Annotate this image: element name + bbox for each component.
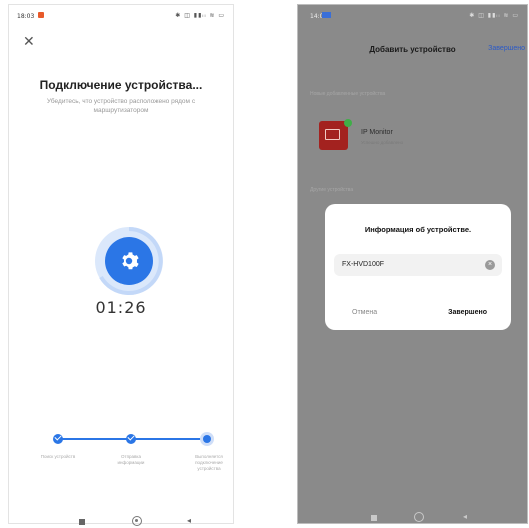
notification-icon: [38, 12, 44, 18]
step-1-label: Поиск устройств: [40, 454, 76, 459]
connecting-screen: 18:03 ✱ ◫ ▮▮ᵢₗ ≋ ▭ ✕ Подключение устройс…: [8, 4, 234, 526]
step-3-label: Выполняется подключение устройства: [195, 454, 223, 471]
device-name-input[interactable]: FX-HVD100F ×: [334, 254, 502, 276]
gear-icon: [122, 252, 139, 270]
device-name[interactable]: IP Monitor: [361, 129, 393, 136]
dialog-title: Информация об устройстве.: [364, 225, 472, 234]
device-status: Успешно добавлено: [361, 140, 404, 145]
monitor-icon[interactable]: [319, 121, 348, 150]
back-button[interactable]: ◂: [187, 516, 191, 525]
check-icon: [344, 119, 352, 127]
page-title: Подключение устройства...: [39, 78, 203, 92]
section-header-added: Новые добавленные устройства: [310, 91, 386, 97]
page-subtitle: Убедитесь, что устройство расположено ря…: [46, 98, 196, 114]
check-icon: [54, 433, 62, 441]
step-3-indicator: [200, 432, 214, 446]
check-icon: [127, 433, 135, 441]
home-button[interactable]: [414, 512, 424, 522]
recents-button[interactable]: [79, 519, 85, 525]
close-icon[interactable]: ✕: [23, 35, 35, 49]
section-header-other: Другие устройства: [310, 187, 354, 193]
screen-glyph: [325, 129, 340, 140]
confirm-button[interactable]: Завершено: [448, 309, 487, 316]
status-bar: 18:03 ✱ ◫ ▮▮ᵢₗ ≋ ▭: [9, 5, 233, 27]
step-2-indicator: [126, 433, 136, 444]
home-button[interactable]: [132, 516, 142, 526]
back-button[interactable]: ◂: [463, 512, 467, 521]
step-2-label: Отправка информации: [117, 454, 145, 465]
recents-button[interactable]: [371, 515, 377, 521]
status-icons: ✱ ◫ ▮▮ᵢₗ ≋ ▭: [469, 12, 519, 19]
device-name-value[interactable]: FX-HVD100F: [342, 261, 384, 268]
countdown-timer: 01:26: [95, 298, 147, 317]
done-link[interactable]: Завершено: [488, 45, 525, 52]
status-icons: ✱ ◫ ▮▮ᵢₗ ≋ ▭: [175, 12, 225, 19]
status-time: 18:03: [17, 13, 35, 20]
cancel-button[interactable]: Отмена: [352, 309, 377, 316]
step-1-indicator: [53, 433, 63, 444]
add-device-screen: 14:06 ✱ ◫ ▮▮ᵢₗ ≋ ▭ Добавить устройство З…: [297, 4, 528, 524]
active-dot-icon: [203, 435, 211, 443]
notification-icon: [322, 12, 331, 18]
clear-icon[interactable]: ×: [485, 260, 495, 270]
device-info-dialog: Информация об устройстве. FX-HVD100F × О…: [325, 204, 511, 330]
